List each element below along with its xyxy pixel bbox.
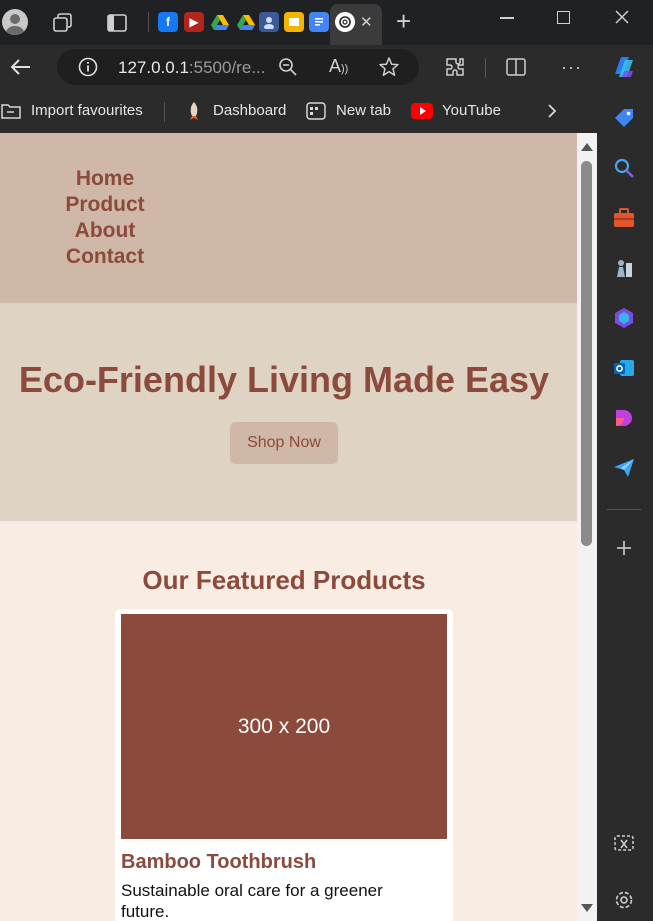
microsoft-365-icon[interactable] bbox=[611, 305, 637, 331]
bookmark-new-tab[interactable]: New tab bbox=[336, 102, 391, 119]
add-sidebar-app-icon[interactable] bbox=[611, 535, 637, 561]
edge-sidebar bbox=[597, 89, 653, 921]
read-aloud-icon[interactable]: A)) bbox=[329, 56, 348, 77]
url-host: 127.0.0.1 bbox=[118, 58, 189, 77]
address-toolbar: 127.0.0.1:5500/re... A)) ··· bbox=[0, 45, 653, 89]
scroll-thumb[interactable] bbox=[581, 161, 592, 546]
more-menu-icon[interactable]: ··· bbox=[561, 57, 582, 78]
copilot-icon[interactable] bbox=[608, 51, 640, 83]
hero-section: Eco-Friendly Living Made Easy Shop Now bbox=[0, 303, 577, 521]
bookmark-import-favourites[interactable]: Import favourites bbox=[31, 102, 143, 119]
site-info-icon[interactable] bbox=[77, 56, 99, 78]
folder-import-icon[interactable] bbox=[0, 100, 22, 122]
read-aloud-glyph: A bbox=[329, 56, 342, 76]
nav-item-contact: Contact bbox=[0, 244, 210, 270]
designer-icon[interactable] bbox=[611, 405, 637, 431]
product-image-placeholder: 300 x 200 bbox=[121, 614, 447, 839]
close-window-icon[interactable] bbox=[613, 8, 631, 26]
favourites-bar: Import favourites Dashboard New tab YouT… bbox=[0, 89, 597, 133]
page-scrollbar[interactable] bbox=[577, 133, 597, 921]
games-chess-icon[interactable] bbox=[611, 255, 637, 281]
scroll-up-arrow-icon[interactable] bbox=[581, 143, 593, 151]
outlook-icon[interactable] bbox=[611, 355, 637, 381]
tab-actions-icon[interactable] bbox=[104, 11, 130, 35]
nav-link-about[interactable]: About bbox=[75, 219, 136, 242]
hero-title: Eco-Friendly Living Made Easy bbox=[18, 359, 550, 400]
product-description: Sustainable oral care for a greener futu… bbox=[121, 881, 383, 921]
tools-briefcase-icon[interactable] bbox=[611, 205, 637, 231]
extensions-icon[interactable] bbox=[443, 55, 467, 79]
workspaces-icon[interactable] bbox=[50, 11, 76, 35]
maximize-icon[interactable] bbox=[557, 11, 570, 24]
product-name: Bamboo Toothbrush bbox=[121, 851, 317, 873]
tab-facebook-icon[interactable]: f bbox=[158, 12, 178, 32]
featured-products-title: Our Featured Products bbox=[142, 565, 426, 595]
bookmark-dashboard[interactable]: Dashboard bbox=[213, 102, 286, 119]
tab-chatgpt-icon[interactable] bbox=[335, 12, 355, 32]
scroll-down-arrow-icon[interactable] bbox=[581, 904, 593, 912]
zoom-out-icon[interactable] bbox=[277, 56, 299, 78]
product-card[interactable]: 300 x 200 Bamboo Toothbrush Sustainable … bbox=[115, 609, 453, 921]
bookmark-youtube[interactable]: YouTube bbox=[442, 102, 501, 119]
tab-strip: f ▶ ✕ + bbox=[0, 0, 653, 45]
tab-docs-icon[interactable] bbox=[309, 12, 329, 32]
profile-avatar-icon[interactable] bbox=[2, 9, 28, 35]
new-tab-icon[interactable] bbox=[305, 100, 327, 122]
settings-gear-icon[interactable] bbox=[611, 887, 637, 913]
nav-item-about: About bbox=[0, 218, 210, 244]
main-nav: Home Product About Contact bbox=[0, 166, 210, 270]
page-viewport: Home Product About Contact Eco-Friendly … bbox=[0, 133, 577, 921]
chevron-right-icon[interactable] bbox=[543, 101, 561, 121]
shopping-tag-icon[interactable] bbox=[611, 105, 637, 131]
url-text[interactable]: 127.0.0.1:5500/re... bbox=[118, 58, 265, 78]
shop-now-button[interactable]: Shop Now bbox=[230, 422, 338, 464]
tab-contacts-icon[interactable] bbox=[259, 12, 279, 32]
tab-drive-icon-2[interactable] bbox=[236, 12, 256, 32]
search-icon[interactable] bbox=[611, 155, 637, 181]
nav-item-product: Product bbox=[0, 192, 210, 218]
minimize-icon[interactable] bbox=[500, 17, 514, 19]
send-paper-plane-icon[interactable] bbox=[611, 455, 637, 481]
close-tab-icon[interactable]: ✕ bbox=[360, 13, 373, 31]
new-tab-button[interactable]: + bbox=[396, 7, 411, 35]
nav-link-home[interactable]: Home bbox=[76, 167, 134, 190]
nav-link-product[interactable]: Product bbox=[65, 193, 144, 216]
youtube-icon[interactable] bbox=[411, 102, 433, 120]
tab-youtube-icon[interactable]: ▶ bbox=[184, 12, 204, 32]
tab-drive-icon[interactable] bbox=[210, 12, 230, 32]
nav-item-home: Home bbox=[0, 166, 210, 192]
back-arrow-icon[interactable] bbox=[8, 55, 34, 79]
site-header: Home Product About Contact bbox=[0, 133, 577, 303]
rocket-icon[interactable] bbox=[184, 100, 204, 122]
split-screen-icon[interactable] bbox=[504, 55, 528, 79]
tab-slides-icon[interactable] bbox=[284, 12, 304, 32]
screenshot-icon[interactable] bbox=[611, 831, 637, 857]
favourite-star-icon[interactable] bbox=[377, 55, 401, 79]
nav-link-contact[interactable]: Contact bbox=[66, 245, 144, 268]
url-path: :5500/re... bbox=[188, 58, 266, 77]
address-field[interactable]: 127.0.0.1:5500/re... A)) bbox=[57, 49, 419, 85]
